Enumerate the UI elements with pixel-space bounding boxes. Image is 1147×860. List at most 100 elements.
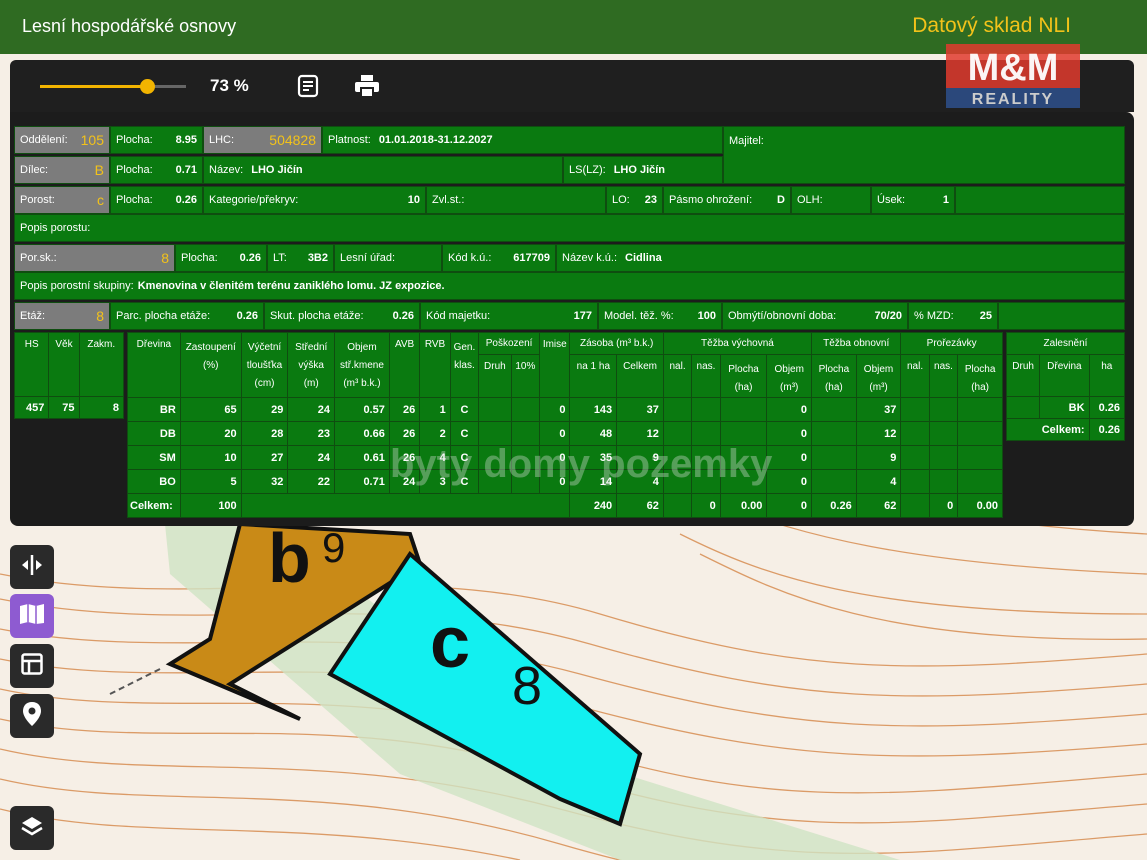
- species-cell: 0: [766, 469, 813, 494]
- platnost-value: 01.01.2018-31.12.2027: [378, 134, 493, 146]
- total-tv-nal: [662, 493, 693, 518]
- etaz-label: Etáž:: [20, 310, 46, 322]
- species-cell: [928, 469, 959, 494]
- lo-value: 23: [644, 194, 657, 206]
- layers-button[interactable]: [10, 806, 54, 850]
- species-cell: 4: [419, 445, 451, 470]
- plocha4-cell: Plocha: 0.26: [175, 244, 267, 272]
- plocha4-value: 0.26: [239, 252, 261, 264]
- usek-label: Úsek:: [877, 194, 906, 206]
- species-cell: 0: [539, 469, 571, 494]
- species-cell: 0.66: [334, 421, 390, 446]
- total-celkem: 62: [616, 493, 664, 518]
- total-tv-objem: 0: [766, 493, 813, 518]
- row7-empty-cell: [998, 302, 1125, 330]
- mzd-cell: % MZD: 25: [908, 302, 998, 330]
- opacity-slider[interactable]: [40, 79, 186, 94]
- species-cell: [811, 421, 857, 446]
- plocha3-label: Plocha:: [116, 194, 153, 206]
- species-cell: 27: [240, 445, 289, 470]
- neighbor-stand-code: b: [268, 519, 311, 597]
- popis-skupiny-label: Popis porostní skupiny:: [20, 280, 134, 292]
- species-cell: [928, 397, 959, 422]
- oddeleni-cell: Oddělení: 105: [14, 126, 110, 154]
- total-label: Celkem:: [127, 493, 181, 518]
- kod-majetku-value: 177: [573, 310, 592, 322]
- species-cell: [719, 421, 768, 446]
- species-cell: [719, 469, 768, 494]
- skut-plocha-value: 0.26: [392, 310, 414, 322]
- location-button[interactable]: [10, 694, 54, 738]
- neighbor-stand-class: 9: [322, 524, 345, 571]
- zvlst-label: Zvl.st.:: [432, 194, 465, 206]
- lesni-urad-label: Lesní úřad:: [340, 252, 396, 264]
- pasmo-label: Pásmo ohrožení:: [669, 194, 753, 206]
- porsk-value: 8: [161, 250, 169, 266]
- species-cell: 4: [616, 469, 664, 494]
- species-cell: [510, 469, 541, 494]
- popis-porostu-cell: Popis porostu:: [14, 214, 1125, 242]
- species-row: DB 20 28 23 0.66 26 2 C 0 48 12 0 12: [127, 421, 1003, 446]
- total-to-plocha: 0.26: [811, 493, 857, 518]
- platnost-label: Platnost:: [328, 134, 371, 146]
- kod-ku-label: Kód k.ú.:: [448, 252, 492, 264]
- total-tv-plocha: 0.00: [719, 493, 768, 518]
- species-cell: 24: [388, 469, 421, 494]
- stand-code: c: [430, 603, 470, 683]
- species-cell: C: [449, 421, 480, 446]
- species-cell: [662, 421, 693, 446]
- kod-majetku-cell: Kód majetku: 177: [420, 302, 598, 330]
- stredni-header: Střední výška (m): [287, 332, 336, 398]
- plocha2-label: Plocha:: [116, 164, 153, 176]
- majitel-label: Majitel:: [729, 135, 764, 147]
- species-cell: 9: [855, 445, 902, 470]
- zakm-header: Zakm.: [78, 332, 125, 397]
- porost-label: Porost:: [20, 194, 55, 206]
- species-cell: [957, 469, 1003, 494]
- species-cell: DB: [127, 421, 181, 446]
- opacity-value: 73 %: [210, 76, 249, 95]
- species-cell: [691, 445, 721, 470]
- etaz-cell: Etáž: 8: [14, 302, 110, 330]
- species-cell: [662, 445, 693, 470]
- gen-header: Gen. klas.: [449, 332, 480, 398]
- print-icon[interactable]: [354, 74, 380, 98]
- species-cell: [928, 445, 959, 470]
- obmyti-label: Obmýtí/obnovní doba:: [728, 310, 837, 322]
- species-cell: 48: [569, 421, 618, 446]
- opacity-slider-handle[interactable]: [139, 79, 155, 94]
- tv-nas-header: nas.: [691, 354, 721, 398]
- lhc-cell: LHC: 504828: [203, 126, 322, 154]
- species-cell: 0: [539, 397, 571, 422]
- imise-header: Imise: [539, 332, 571, 398]
- porsk-cell: Por.sk.: 8: [14, 244, 175, 272]
- zalesneni-total-row: Celkem: 0.26: [1006, 418, 1126, 441]
- species-cell: 24: [287, 445, 336, 470]
- nazev-cell: Název: LHO Jičín: [203, 156, 563, 184]
- species-cell: 23: [287, 421, 336, 446]
- zal-total-label: Celkem:: [1006, 418, 1090, 441]
- species-cell: [478, 445, 512, 470]
- map-pin-icon: [22, 701, 42, 732]
- species-total-row: Celkem: 100 240 62 0 0.00 0 0.26 62 0 0.…: [127, 493, 1003, 518]
- species-cell: [900, 397, 930, 422]
- report-icon[interactable]: [296, 74, 322, 98]
- prorezavky-header: Prořezávky: [900, 332, 1003, 355]
- species-cell: 12: [855, 421, 902, 446]
- kategorie-value: 10: [407, 194, 420, 206]
- species-row: BR 65 29 24 0.57 26 1 C 0 143 37 0 37: [127, 397, 1003, 422]
- nazev-ku-label: Název k.ú.:: [562, 252, 618, 264]
- species-cell: 32: [240, 469, 289, 494]
- model-tez-value: 100: [697, 310, 716, 322]
- etaz-value: 8: [96, 308, 104, 324]
- zastoupeni-header: Zastoupení (%): [179, 332, 242, 398]
- species-row: SM 10 27 24 0.61 26 4 C 0 35 9 0 9: [127, 445, 1003, 470]
- lho-map-button[interactable]: [10, 594, 54, 638]
- species-row: BO 5 32 22 0.71 24 3 C 0 14 4 0 4: [127, 469, 1003, 494]
- layout-button[interactable]: [10, 644, 54, 688]
- species-cell: [900, 421, 930, 446]
- split-view-button[interactable]: [10, 545, 54, 589]
- species-cell: 0.61: [334, 445, 390, 470]
- plocha1-label: Plocha:: [116, 134, 153, 146]
- dilec-label: Dílec:: [20, 164, 49, 176]
